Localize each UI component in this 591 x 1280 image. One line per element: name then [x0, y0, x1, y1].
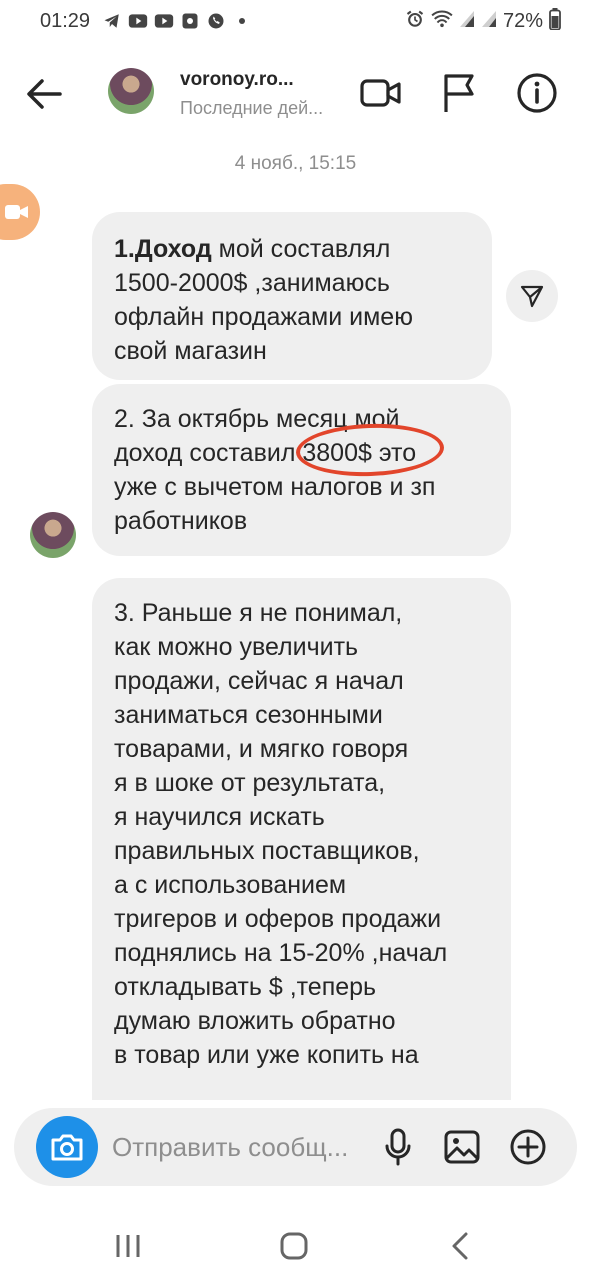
date-divider: 4 нояб., 15:15 [234, 153, 357, 174]
message-line: 2. За октябрь месяц мой [114, 405, 400, 433]
battery-icon [549, 8, 561, 35]
system-navigation-bar [0, 1210, 591, 1280]
message-input[interactable] [110, 1126, 380, 1168]
home-icon [280, 1232, 308, 1260]
message-line: 1.Доход мой составлял [114, 232, 470, 266]
sender-avatar[interactable] [30, 512, 76, 558]
chat-username[interactable]: voronoy.ro... [180, 69, 294, 91]
voice-message-button[interactable] [376, 1125, 420, 1169]
app-square-icon [180, 11, 200, 31]
share-message-button[interactable] [506, 270, 558, 322]
message-bubble[interactable]: 2. За октябрь месяц мой доход составил 3… [92, 384, 511, 556]
message-line: свой магазин [114, 337, 267, 365]
flag-icon [444, 74, 474, 112]
more-options-button[interactable] [506, 1125, 550, 1169]
status-right: 72% [405, 8, 561, 35]
message-line: правильных поставщиков, [114, 837, 420, 865]
notification-icons [102, 11, 252, 31]
video-camera-icon [5, 205, 28, 219]
youtube-icon [154, 11, 174, 31]
status-bar: 01:29 72% [0, 0, 591, 46]
message-line: уже с вычетом налогов и зп [114, 473, 436, 501]
message-line: тригеров и оферов продажи [114, 905, 442, 933]
message-composer [14, 1108, 577, 1186]
info-icon [517, 73, 557, 113]
message-line: откладывать $ ,теперь [114, 973, 377, 1001]
image-icon [444, 1130, 480, 1164]
recent-apps-icon [116, 1235, 140, 1257]
video-call-button[interactable] [358, 70, 404, 116]
signal-icon [481, 10, 497, 33]
send-icon [520, 285, 544, 308]
chat-header: voronoy.ro... Последние дей... [0, 50, 591, 140]
video-camera-icon [360, 79, 401, 107]
message-line: 1500-2000$ ,занимаюсь [114, 269, 390, 297]
message-text: мой составлял [211, 235, 391, 263]
message-line: 3. Раньше я не понимал, [114, 599, 403, 627]
message-bubble[interactable]: 1.Доход мой составлял 1500-2000$ ,занима… [92, 212, 492, 380]
message-line: поднялись на 15-20% ,начал [114, 939, 448, 967]
plus-circle-icon [510, 1129, 546, 1165]
chevron-left-icon [452, 1232, 468, 1260]
status-time: 01:29 [40, 10, 91, 32]
report-button[interactable] [436, 70, 482, 116]
message-line: как можно увеличить [114, 633, 359, 661]
dot-icon [232, 11, 252, 31]
message-line: а с использованием [114, 871, 347, 899]
gallery-button[interactable] [440, 1125, 484, 1169]
battery-percent: 72% [502, 10, 543, 32]
camera-icon [51, 1134, 83, 1161]
message-line: я в шоке от результата, [114, 769, 386, 797]
alarm-icon [405, 9, 425, 34]
avatar[interactable] [108, 68, 154, 114]
home-button[interactable] [272, 1224, 316, 1268]
arrow-left-icon [27, 79, 62, 109]
message-line: товарами, и мягко говоря [114, 735, 409, 763]
telegram-icon [102, 11, 122, 31]
microphone-icon [385, 1128, 411, 1166]
system-back-button[interactable] [438, 1224, 482, 1268]
recent-apps-button[interactable] [106, 1224, 150, 1268]
message-line: я научился искать [114, 803, 325, 831]
message-bubble[interactable]: 3. Раньше я не понимал, как можно увелич… [92, 578, 511, 1178]
activity-status: Последние дей... [180, 98, 324, 118]
message-line: думаю вложить обратно [114, 1007, 396, 1035]
back-button[interactable] [22, 72, 66, 116]
message-line: продажи, сейчас я начал [114, 667, 404, 695]
message-line: работников [114, 507, 248, 535]
wifi-icon [431, 10, 453, 33]
message-line: офлайн продажами имею [114, 303, 413, 331]
video-call-float-button[interactable] [0, 184, 40, 240]
message-line: заниматься сезонными [114, 701, 383, 729]
info-button[interactable] [514, 70, 560, 116]
message-bold-text: 1.Доход [114, 235, 212, 263]
youtube-icon [128, 11, 148, 31]
camera-button[interactable] [36, 1116, 98, 1178]
viber-icon [206, 11, 226, 31]
signal-icon [459, 10, 475, 33]
message-line: в товар или уже копить на [114, 1041, 419, 1069]
